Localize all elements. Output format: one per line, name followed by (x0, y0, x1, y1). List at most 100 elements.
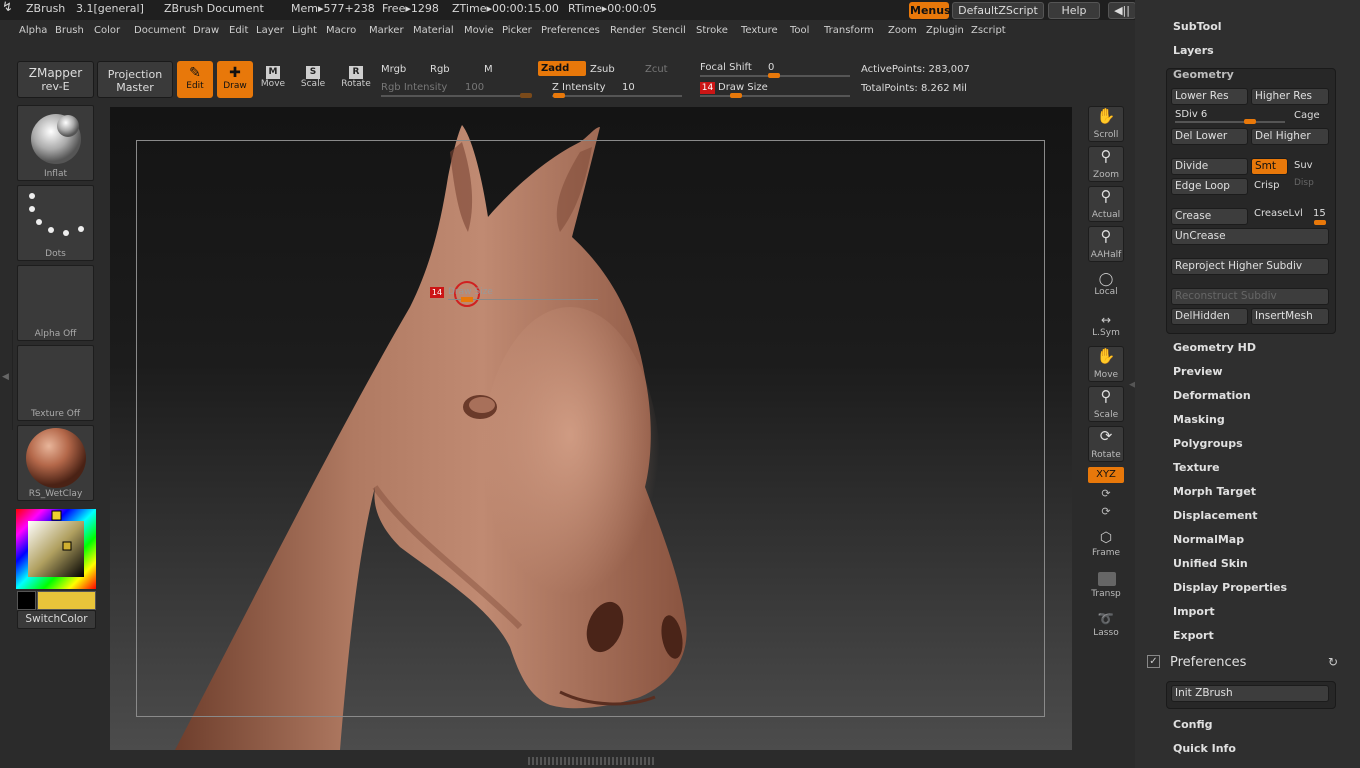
z-intensity-knob[interactable] (553, 93, 565, 98)
config-menu[interactable]: Config (1173, 718, 1213, 731)
hide-left-icon[interactable]: ◀|| (1108, 2, 1136, 19)
transp-icon[interactable] (1098, 572, 1116, 586)
menu-edit[interactable]: Edit (229, 25, 248, 36)
smt-button[interactable]: Smt (1251, 158, 1288, 175)
reproject-higher-subdiv-button[interactable]: Reproject Higher Subdiv (1171, 258, 1329, 275)
display-properties-menu[interactable]: Display Properties (1173, 581, 1287, 594)
menu-transform[interactable]: Transform (824, 25, 874, 36)
mrgb-button[interactable]: Mrgb (381, 64, 406, 75)
higher-res-button[interactable]: Higher Res (1251, 88, 1329, 105)
stroke-selector[interactable]: Dots (17, 185, 94, 261)
morph-target-menu[interactable]: Morph Target (1173, 485, 1256, 498)
uncrease-button[interactable]: UnCrease (1171, 228, 1329, 245)
divide-button[interactable]: Divide (1171, 158, 1248, 175)
draw-size-slider[interactable] (700, 95, 850, 97)
disp-slider[interactable]: Disp (1294, 178, 1314, 188)
projection-master-button[interactable]: Projection Master (97, 61, 173, 98)
menu-color[interactable]: Color (94, 25, 120, 36)
quick-info-menu[interactable]: Quick Info (1173, 742, 1236, 755)
menu-light[interactable]: Light (292, 25, 317, 36)
crisp-button[interactable]: Crisp (1254, 180, 1279, 191)
rotate-button[interactable]: R Rotate (340, 64, 372, 98)
menu-alpha[interactable]: Alpha (19, 25, 47, 36)
refresh-icon[interactable]: ↻ (1328, 655, 1338, 669)
layers-menu[interactable]: Layers (1173, 44, 1214, 57)
menu-render[interactable]: Render (610, 25, 646, 36)
zsub-button[interactable]: Zsub (590, 64, 615, 75)
brush-selector[interactable]: Inflat (17, 105, 94, 181)
preferences-title[interactable]: Preferences (1170, 655, 1246, 670)
actual-button[interactable]: ⚲ Actual (1088, 186, 1124, 222)
masking-menu[interactable]: Masking (1173, 413, 1225, 426)
menu-texture[interactable]: Texture (741, 25, 778, 36)
menu-brush[interactable]: Brush (55, 25, 84, 36)
edit-button[interactable]: ✎ Edit (177, 61, 213, 98)
left-tray-handle[interactable]: ◀ (0, 330, 13, 430)
main-color-swatch[interactable] (37, 591, 96, 610)
scroll-button[interactable]: ✋ Scroll (1088, 106, 1124, 142)
preview-menu[interactable]: Preview (1173, 365, 1223, 378)
geometry-hd-menu[interactable]: Geometry HD (1173, 341, 1256, 354)
move-button[interactable]: M Move (258, 64, 288, 98)
init-zbrush-button[interactable]: Init ZBrush (1171, 685, 1329, 702)
menu-zoom[interactable]: Zoom (888, 25, 917, 36)
zmapper-button[interactable]: ZMapper rev-E (17, 61, 94, 98)
menu-material[interactable]: Material (413, 25, 454, 36)
menu-picker[interactable]: Picker (502, 25, 532, 36)
sdiv-knob[interactable] (1244, 119, 1256, 124)
scale-view-button[interactable]: ⚲ Scale (1088, 386, 1124, 422)
checkbox-icon[interactable]: ✓ (1147, 655, 1160, 668)
menu-zscript[interactable]: Zscript (971, 25, 1006, 36)
menu-tool[interactable]: Tool (790, 25, 809, 36)
import-menu[interactable]: Import (1173, 605, 1215, 618)
sdiv-slider[interactable] (1175, 121, 1285, 123)
menu-zplugin[interactable]: Zplugin (926, 25, 964, 36)
normalmap-menu[interactable]: NormalMap (1173, 533, 1244, 546)
aahalf-button[interactable]: ⚲ AAHalf (1088, 226, 1124, 262)
rgb-intensity-slider[interactable] (381, 95, 531, 97)
rotate-y-icon[interactable]: ⟳ (1088, 487, 1124, 500)
z-intensity-slider[interactable] (552, 95, 682, 97)
menu-macro[interactable]: Macro (326, 25, 356, 36)
menu-stencil[interactable]: Stencil (652, 25, 686, 36)
menu-layer[interactable]: Layer (256, 25, 284, 36)
subtool-menu[interactable]: SubTool (1173, 20, 1222, 33)
cage-button[interactable]: Cage (1294, 110, 1320, 121)
local-icon[interactable]: ◯ (1088, 272, 1124, 287)
rgb-button[interactable]: Rgb (430, 64, 450, 75)
del-higher-button[interactable]: Del Higher (1251, 128, 1329, 145)
displacement-menu[interactable]: Displacement (1173, 509, 1258, 522)
texture-selector[interactable]: Texture Off (17, 345, 94, 421)
geometry-title[interactable]: Geometry (1173, 68, 1234, 81)
xyz-button[interactable]: XYZ (1088, 467, 1124, 483)
creaselvl-knob[interactable] (1314, 220, 1326, 225)
menu-movie[interactable]: Movie (464, 25, 494, 36)
lower-res-button[interactable]: Lower Res (1171, 88, 1248, 105)
crease-button[interactable]: Crease (1171, 208, 1248, 225)
secondary-color-swatch[interactable] (17, 591, 36, 610)
deformation-menu[interactable]: Deformation (1173, 389, 1251, 402)
rgb-intensity-knob[interactable] (520, 93, 532, 98)
frame-icon[interactable]: ⬡ (1088, 530, 1124, 546)
unified-skin-menu[interactable]: Unified Skin (1173, 557, 1248, 570)
alpha-selector[interactable]: Alpha Off (17, 265, 94, 341)
rotate-z-icon[interactable]: ⟳ (1088, 505, 1124, 518)
focal-shift-knob[interactable] (768, 73, 780, 78)
m-button[interactable]: M (484, 64, 493, 75)
lasso-icon[interactable]: ➰ (1088, 612, 1124, 627)
insertmesh-button[interactable]: InsertMesh (1251, 308, 1329, 325)
menu-marker[interactable]: Marker (369, 25, 404, 36)
help-button[interactable]: Help (1048, 2, 1100, 19)
delhidden-button[interactable]: DelHidden (1171, 308, 1248, 325)
scale-button[interactable]: S Scale (298, 64, 328, 98)
polygroups-menu[interactable]: Polygroups (1173, 437, 1243, 450)
move-view-button[interactable]: ✋ Move (1088, 346, 1124, 382)
del-lower-button[interactable]: Del Lower (1171, 128, 1248, 145)
texture-menu[interactable]: Texture (1173, 461, 1220, 474)
export-menu[interactable]: Export (1173, 629, 1214, 642)
menu-preferences[interactable]: Preferences (541, 25, 600, 36)
zcut-button[interactable]: Zcut (645, 64, 668, 75)
menus-button[interactable]: Menus (909, 2, 951, 19)
draw-button[interactable]: ✚ Draw (217, 61, 253, 98)
switchcolor-button[interactable]: SwitchColor (17, 610, 96, 629)
